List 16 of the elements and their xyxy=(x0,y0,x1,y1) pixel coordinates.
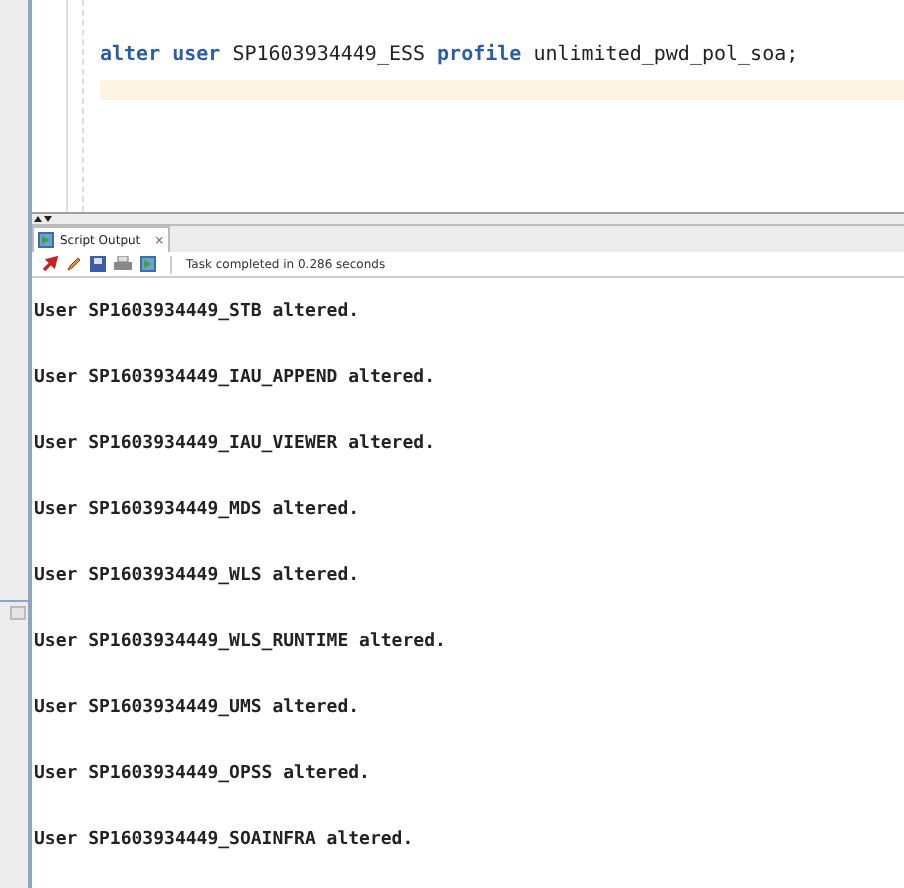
output-line: User SP1603934449_WLS altered. xyxy=(34,566,360,586)
output-line: User SP1603934449_OPSS altered. xyxy=(34,764,370,784)
split-arrows-icon[interactable] xyxy=(34,214,54,225)
script-icon[interactable] xyxy=(140,256,156,273)
output-line: User SP1603934449_IAU_APPEND altered. xyxy=(34,368,435,388)
save-icon[interactable] xyxy=(90,256,106,273)
output-line: User SP1603934449_UMS altered. xyxy=(34,698,360,718)
code-line: alter user SP1603934449_ESS profile unlimited_pwd_pol_soa; xyxy=(100,41,801,64)
output-line: User SP1603934449_STB altered. xyxy=(34,302,360,322)
output-line: User SP1603934449_WLS_RUNTIME altered. xyxy=(34,632,446,652)
output-line: User SP1603934449_MDS altered. xyxy=(34,500,360,520)
script-icon xyxy=(38,232,54,249)
output-line: User SP1603934449_IAU_VIEWER altered. xyxy=(34,434,435,454)
print-icon[interactable] xyxy=(114,256,132,273)
output-line: User SP1603934449_SOAINFRA altered. xyxy=(34,830,414,850)
pencil-icon[interactable] xyxy=(66,256,82,273)
